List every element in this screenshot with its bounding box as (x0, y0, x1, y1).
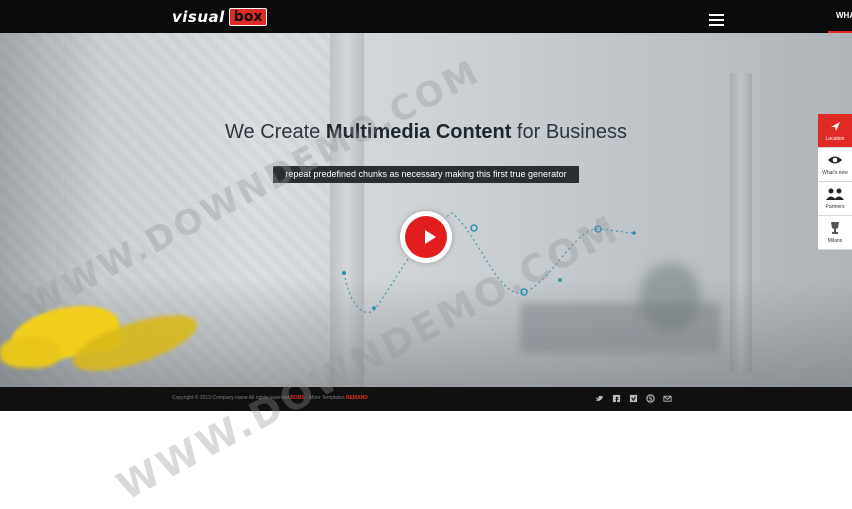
play-video-button[interactable] (400, 211, 452, 263)
footer-bar: Copyright © 2013 Company name All rights… (0, 387, 852, 411)
headline-bold: Multimedia Content (325, 121, 512, 143)
skype-icon[interactable] (646, 394, 655, 403)
side-item-milans[interactable]: Milans (818, 216, 852, 250)
top-navbar: visual box WHA (0, 0, 852, 33)
hero-section: We Create Multimedia Content for Busines… (0, 33, 852, 387)
trophy-icon (831, 222, 839, 234)
location-arrow-icon (831, 122, 840, 131)
footer-link[interactable]: BOBS (290, 395, 304, 401)
side-item-label: What's new (822, 170, 848, 176)
hero-subline: repeat predefined chunks as necessary ma… (273, 166, 579, 183)
facebook-icon[interactable] (612, 394, 621, 403)
decorative-wave-line (342, 212, 636, 313)
headline-pre: We Create (225, 121, 326, 143)
social-links (595, 394, 672, 403)
nav-link-whats-new[interactable]: WHA (836, 11, 852, 20)
copyright-middle: - More Templates (304, 395, 346, 401)
headline-post: for Business (511, 121, 627, 143)
side-item-partners[interactable]: Partners (818, 182, 852, 216)
users-icon (826, 188, 844, 200)
twitter-icon[interactable] (595, 394, 604, 403)
side-item-label: Milans (827, 238, 843, 244)
side-item-whats-new[interactable]: What's new (818, 148, 852, 182)
copyright-text: Copyright © 2013 Company name All rights… (172, 395, 368, 401)
eye-icon (828, 156, 842, 164)
site-logo[interactable]: visual box (172, 8, 268, 26)
footer-link[interactable]: REMAND (346, 395, 368, 401)
side-menu: Location What's new Partners Milans (818, 114, 852, 250)
play-icon (425, 230, 436, 244)
side-item-label: Location (825, 136, 845, 142)
logo-box-badge: box (228, 8, 268, 26)
vimeo-icon[interactable] (629, 394, 638, 403)
copyright-main: Copyright © 2013 Company name All rights… (172, 395, 289, 401)
hamburger-menu-icon[interactable] (709, 14, 724, 26)
hero-headline: We Create Multimedia Content for Busines… (0, 121, 852, 144)
side-item-label: Partners (825, 204, 845, 210)
mail-icon[interactable] (663, 394, 672, 403)
logo-word: visual (172, 8, 225, 26)
side-item-location[interactable]: Location (818, 114, 852, 148)
